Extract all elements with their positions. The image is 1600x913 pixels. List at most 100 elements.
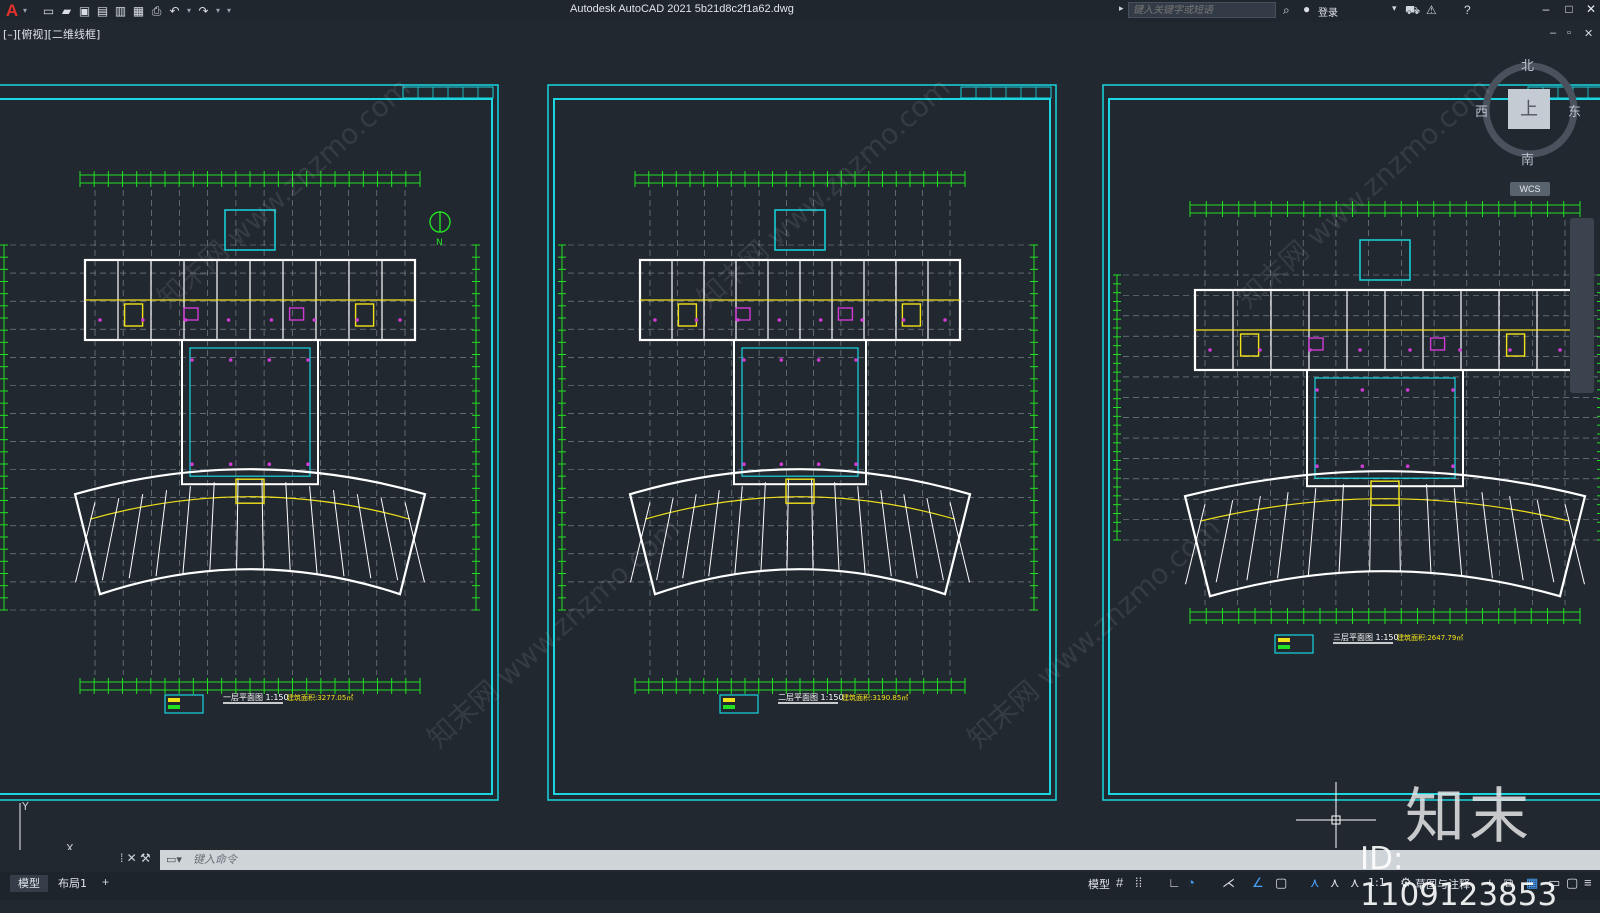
column-marker [854,358,858,362]
save-icon[interactable]: ▣ [77,4,92,18]
watermark-diagonal-text: 知末网 www.znzmo.com [691,71,957,315]
stair-outline [235,478,265,504]
quick-access-toolbar: ▭ ▰ ▣ ▤ ▥ ▦ ⎙ ↶ ▾ ↷ ▾ ▾ [41,4,233,18]
search-icon[interactable]: ⌕ [1283,3,1290,18]
plot-icon[interactable]: ⎙ [149,4,164,18]
toilet-fixture [837,307,854,321]
tab-model[interactable]: 模型 [10,875,48,892]
auto-scale-icon[interactable]: ⋏ [1330,875,1340,891]
interior-wall [309,486,318,575]
stair-outline [677,303,698,327]
command-line-tools[interactable]: ⁞ ✕ ⚒ [120,851,151,865]
wcs-menu[interactable]: WCS [1510,182,1550,196]
column-marker [1458,348,1462,352]
toilet-fixture [1429,337,1446,351]
interior-wall [128,494,144,579]
interior-wall [1453,488,1463,577]
annotation-visibility-icon[interactable]: ⋏ [1310,875,1320,891]
column-marker [860,318,864,322]
legend-swatch [168,705,180,709]
app-menu-dropdown-icon[interactable]: ▾ [21,4,29,18]
interior-wall [404,502,425,583]
column-marker [854,462,858,467]
web-mobile-icon[interactable]: ▥ [113,4,128,18]
compass-west-label[interactable]: 西 [1475,101,1488,120]
column-marker [98,318,102,322]
stair-outline [123,303,144,327]
grid-icon[interactable]: # [1116,875,1123,890]
column-marker [306,462,310,467]
polar-tracking-icon[interactable]: ◔ [1187,875,1195,890]
plan-area-label: 建筑面积:3190.85㎡ [842,693,908,702]
object-snap-tracking-icon[interactable]: ∠ [1252,875,1264,891]
login-dropdown-icon[interactable]: ▾ [1392,3,1397,14]
stair-outline [901,303,922,327]
redo-dropdown-icon[interactable]: ▾ [214,4,222,18]
autodesk-app-store-icon[interactable]: ⛟ [1405,3,1420,19]
add-layout-button[interactable]: + [102,875,109,889]
stay-connected-icon[interactable]: ⚠ [1426,3,1437,17]
autocad-logo-icon[interactable]: A [3,2,21,20]
compass-east-label[interactable]: 东 [1568,101,1581,120]
isodraft-icon[interactable]: ⋌ [1222,875,1235,891]
column-marker [816,358,821,362]
model-space-button[interactable]: 模型 [1088,876,1110,892]
undo-dropdown-icon[interactable]: ▾ [185,4,193,18]
interior-wall [734,486,743,575]
annotation-scale-icon[interactable]: ⋏ [1350,875,1360,891]
column-marker [190,358,194,362]
viewcube-top-face[interactable]: 上 [1508,89,1550,129]
column-marker [1258,348,1262,352]
building-wall [1306,369,1464,488]
column-marker [1558,348,1562,352]
stair-outline [1505,333,1526,357]
login-button[interactable]: 登录 [1318,4,1338,19]
ortho-icon[interactable]: ∟ [1168,875,1181,890]
plan-title: 一层平面图 1:150 [223,693,289,702]
minimize-icon[interactable]: – [1538,2,1554,16]
close-icon[interactable]: ✕ [1583,2,1599,16]
search-input[interactable] [1128,2,1276,18]
interior-wall [857,486,866,575]
command-history-icon[interactable]: ▭▾ [166,853,188,867]
toilet-fixture [1308,337,1324,351]
navigation-bar[interactable] [1570,218,1594,393]
user-icon[interactable]: ● [1303,2,1310,16]
corridor-line [89,496,411,520]
maximize-icon[interactable]: □ [1561,2,1577,16]
toilet-fixture [183,307,199,321]
column-marker [1408,348,1412,352]
title-bar: A ▾ ▭ ▰ ▣ ▤ ▥ ▦ ⎙ ↶ ▾ ↷ ▾ ▾ Autodesk Aut… [0,0,1600,22]
open-folder-icon[interactable]: ▰ [59,4,74,18]
column-marker [1208,348,1212,352]
curved-wing-wall [73,468,427,596]
legend-swatch [1278,645,1290,649]
column-marker [777,318,782,322]
compass-south-label[interactable]: 南 [1521,149,1534,168]
help-icon[interactable]: ? [1464,3,1471,17]
customize-qat-icon[interactable]: ▾ [225,4,233,18]
interior-wall [811,478,814,571]
undo-icon[interactable]: ↶ [167,4,182,18]
compass-north-label[interactable]: 北 [1521,55,1534,74]
new-file-icon[interactable]: ▭ [41,4,56,18]
tab-layout1[interactable]: 布局1 [50,875,95,892]
interior-wall [285,482,291,573]
redo-icon[interactable]: ↷ [196,4,211,18]
interior-wall [380,498,399,581]
column-marker [312,318,317,322]
column-marker [818,318,823,322]
sheet-set-icon[interactable]: ▦ [131,4,146,18]
window-title: Autodesk AutoCAD 2021 5b21d8c2f1a62.dwg [570,3,794,15]
save-as-icon[interactable]: ▤ [95,4,110,18]
drawing-canvas[interactable]: 一层平面图 1:150建筑面积:3277.05㎡ 二层平面图 1:150建筑面积:… [0,22,1600,850]
ucs-x-label: X [66,842,74,850]
stair-outline [1370,480,1400,506]
search-expand-icon[interactable]: ▸ [1119,3,1124,14]
object-snap-icon[interactable]: ▢ [1275,875,1287,891]
legend-swatch [723,698,735,702]
column-marker [228,462,233,467]
snap-icon[interactable]: ⁞⁞ [1135,875,1142,890]
interior-wall [786,478,789,571]
interior-wall [1509,496,1524,581]
